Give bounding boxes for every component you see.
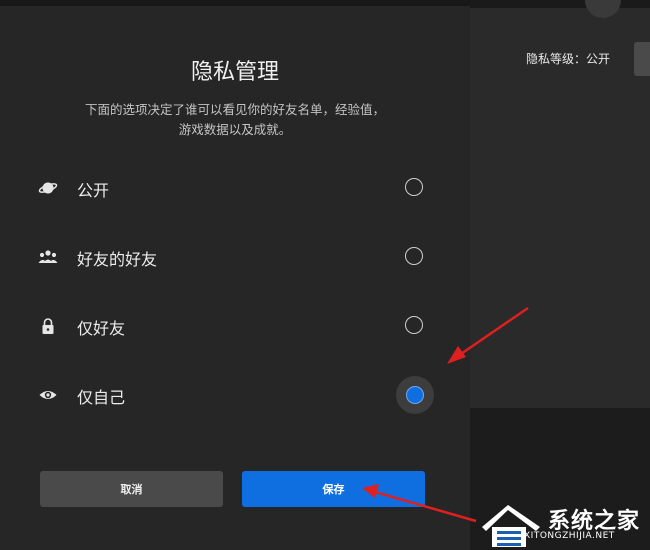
option-friends-of-friends[interactable]: 好友的好友 bbox=[0, 233, 470, 281]
people-icon bbox=[38, 248, 58, 266]
eye-icon bbox=[38, 386, 58, 404]
planet-icon bbox=[38, 179, 58, 197]
radio-button[interactable] bbox=[405, 247, 423, 265]
privacy-dialog: 隐私管理 下面的选项决定了谁可以看见你的好友名单，经验值，游戏数据以及成就。 公… bbox=[0, 6, 470, 550]
edit-privacy-button[interactable] bbox=[634, 42, 650, 76]
privacy-level-text: 隐私等级：公开 bbox=[526, 52, 611, 66]
option-label: 仅好友 bbox=[77, 319, 126, 338]
option-only-me[interactable]: 仅自己 bbox=[0, 371, 470, 419]
dialog-description: 下面的选项决定了谁可以看见你的好友名单，经验值，游戏数据以及成就。 bbox=[84, 102, 385, 137]
background-header bbox=[470, 0, 650, 8]
radio-button[interactable] bbox=[405, 316, 423, 334]
option-label: 公开 bbox=[77, 181, 110, 200]
lock-icon bbox=[38, 317, 58, 335]
radio-button[interactable] bbox=[405, 178, 423, 196]
option-label: 好友的好友 bbox=[77, 250, 158, 269]
dialog-title: 隐私管理 bbox=[190, 60, 279, 85]
save-button[interactable]: 保存 bbox=[242, 471, 425, 507]
radio-selected-dot bbox=[406, 386, 424, 404]
option-label: 仅自己 bbox=[77, 388, 126, 407]
option-friends-only[interactable]: 仅好友 bbox=[0, 302, 470, 350]
cancel-button[interactable]: 取消 bbox=[40, 471, 223, 507]
option-public[interactable]: 公开 bbox=[0, 164, 470, 212]
watermark-subtitle: XITONGZHIJIA.NET bbox=[524, 531, 615, 541]
radio-button-selected[interactable] bbox=[396, 376, 434, 414]
